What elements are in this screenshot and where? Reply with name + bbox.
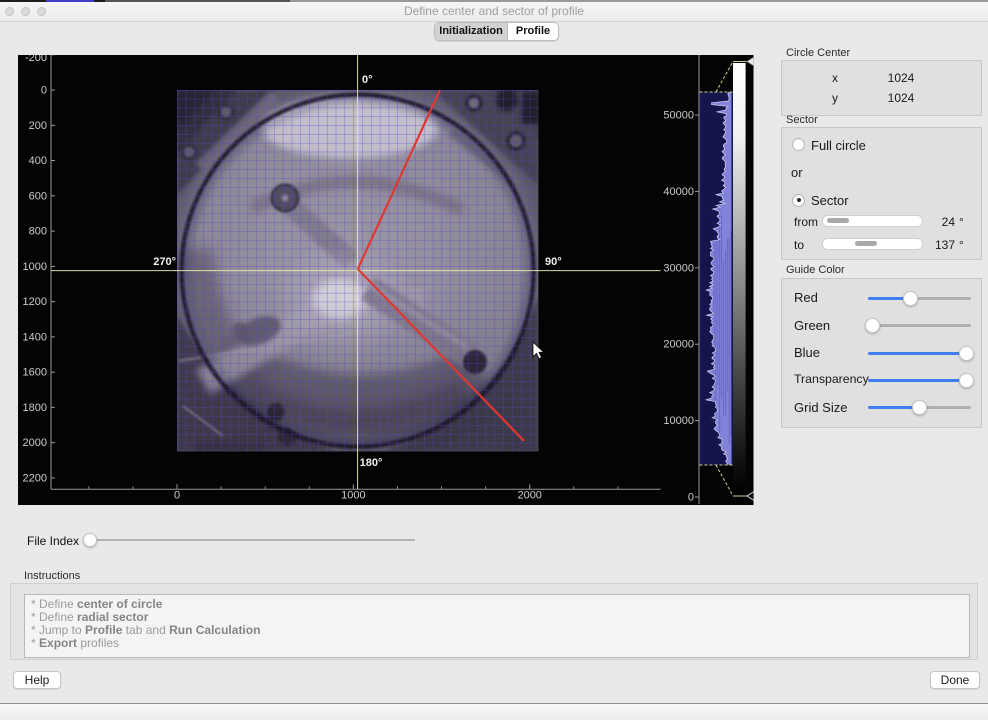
svg-text:10000: 10000 [663, 415, 694, 427]
svg-text:600: 600 [29, 190, 47, 202]
svg-text:800: 800 [29, 226, 47, 238]
svg-text:0: 0 [41, 85, 47, 97]
svg-text:0: 0 [688, 492, 694, 504]
svg-text:-200: -200 [25, 55, 47, 64]
svg-text:90°: 90° [545, 256, 562, 268]
svg-text:40000: 40000 [663, 186, 694, 198]
svg-text:270°: 270° [153, 256, 176, 268]
svg-text:400: 400 [29, 155, 47, 167]
svg-text:1600: 1600 [23, 367, 47, 379]
svg-text:1000: 1000 [341, 490, 365, 502]
svg-text:2200: 2200 [23, 473, 47, 485]
svg-text:2000: 2000 [23, 437, 47, 449]
svg-text:1200: 1200 [23, 296, 47, 308]
svg-text:1000: 1000 [23, 261, 47, 273]
svg-text:20000: 20000 [663, 339, 694, 351]
svg-text:180°: 180° [360, 457, 383, 469]
svg-text:30000: 30000 [663, 262, 694, 274]
svg-text:1800: 1800 [23, 402, 47, 414]
svg-text:0°: 0° [362, 74, 373, 86]
svg-text:200: 200 [29, 120, 47, 132]
svg-text:1400: 1400 [23, 331, 47, 343]
svg-text:50000: 50000 [663, 110, 694, 122]
svg-text:2000: 2000 [517, 490, 541, 502]
svg-text:0: 0 [174, 490, 180, 502]
